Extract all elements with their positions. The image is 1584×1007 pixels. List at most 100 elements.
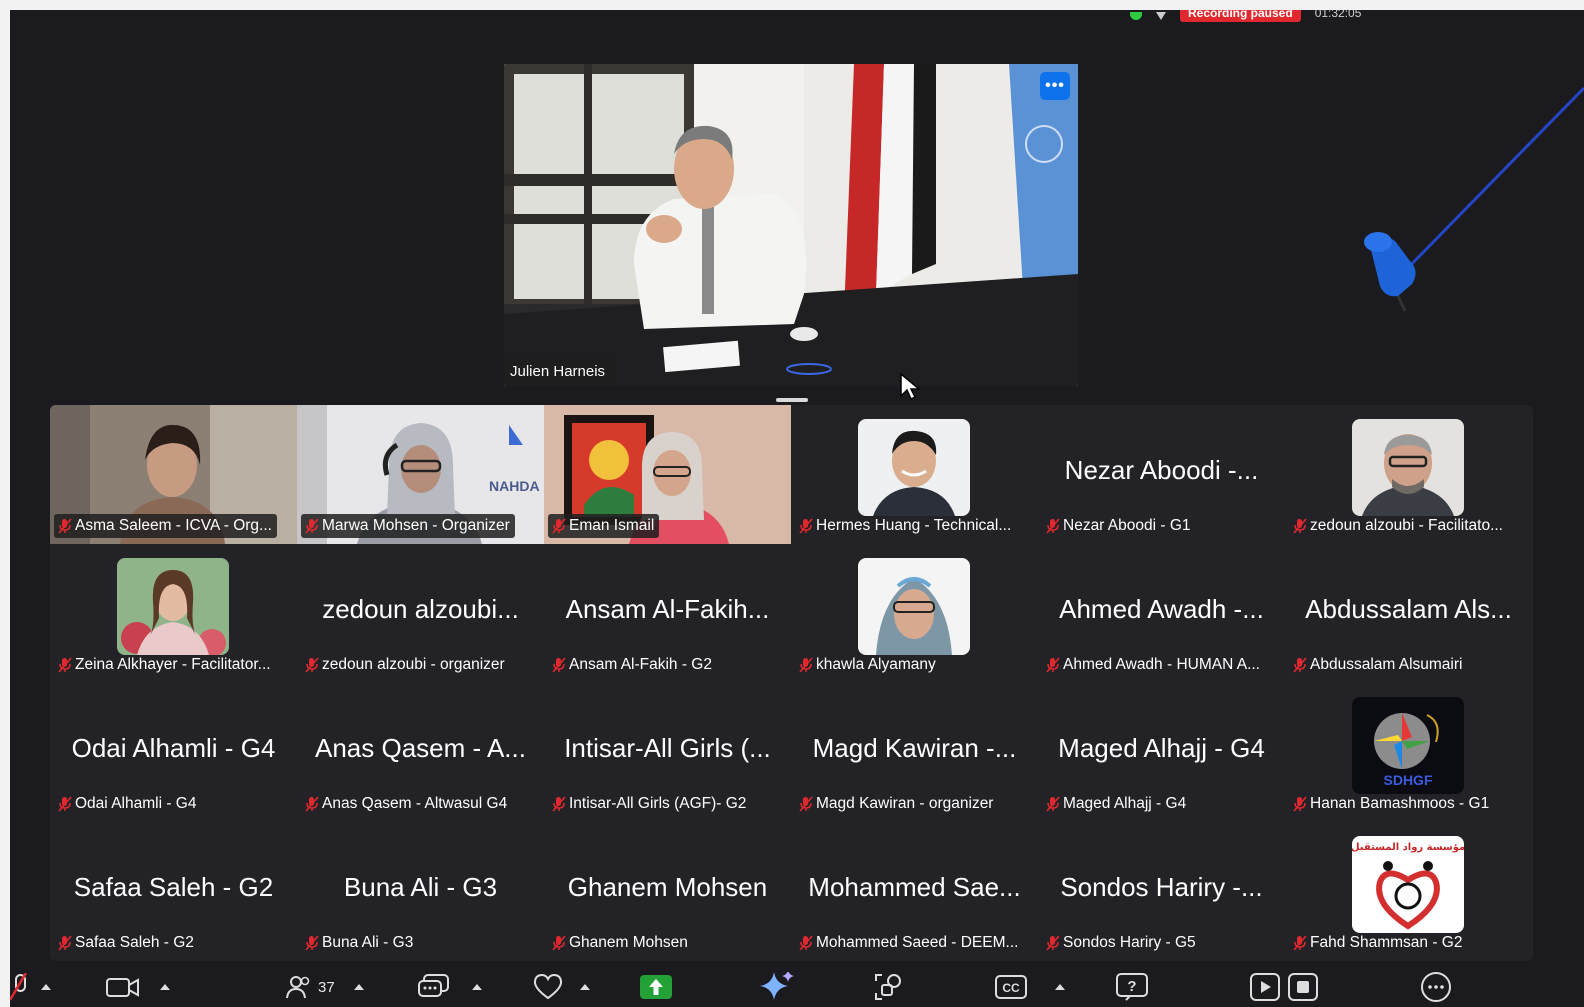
muted-mic-icon (1046, 518, 1060, 534)
participant-gallery: Asma Saleem - ICVA - Org... NAHDA Marwa … (50, 405, 1533, 961)
captions-options-caret[interactable] (1055, 971, 1065, 1003)
participant-tile[interactable]: zedoun alzoubi - Facilitato... (1285, 405, 1532, 544)
participant-tile[interactable]: Odai Alhamli - G4 Odai Alhamli - G4 (50, 683, 297, 822)
sdhgf-logo-text: SDHGF (1384, 772, 1433, 788)
participant-tile[interactable]: Ghanem Mohsen Ghanem Mohsen (544, 822, 791, 961)
participant-name: Odai Alhamli - G4 (75, 795, 197, 812)
participant-big-name: Sondos Hariry -... (1060, 872, 1263, 902)
video-camera-icon (106, 978, 139, 997)
top-status-strip: Recording paused 01:32:05 (1130, 10, 1361, 22)
sdhgf-logo-avatar: SDHGF (1352, 697, 1464, 794)
participant-label: khawla Alyamany (795, 653, 941, 677)
reactions-button[interactable] (532, 971, 564, 1003)
meeting-timer: 01:32:05 (1314, 10, 1362, 20)
muted-mic-icon (1046, 935, 1060, 951)
participant-label: zedoun alzoubi - organizer (301, 653, 510, 677)
video-options-caret[interactable] (160, 971, 170, 1003)
caret-up-icon (354, 984, 364, 990)
participants-options-caret[interactable] (354, 971, 364, 1003)
participant-label: Sondos Hariry - G5 (1042, 931, 1201, 955)
participant-tile[interactable]: Eman Ismail (544, 405, 791, 544)
chat-button[interactable] (418, 971, 450, 1003)
participant-avatar (1352, 419, 1464, 516)
muted-mic-icon (799, 657, 813, 673)
participant-tile[interactable]: Magd Kawiran -... Magd Kawiran - organiz… (791, 683, 1038, 822)
participant-big-name: Intisar-All Girls (... (564, 733, 771, 763)
participant-name: Hermes Huang - Technical... (816, 517, 1012, 534)
muted-mic-icon (1046, 657, 1060, 673)
participant-tile[interactable]: Abdussalam Als... Abdussalam Alsumairi (1285, 544, 1532, 683)
caret-up-icon (41, 984, 51, 990)
participant-big-name: Buna Ali - G3 (343, 872, 498, 902)
participant-big-name: Anas Qasem - A... (315, 733, 526, 763)
status-caret-icon[interactable] (1156, 12, 1166, 20)
participant-name: Buna Ali - G3 (322, 934, 414, 951)
participant-avatar (858, 419, 970, 516)
chat-options-caret[interactable] (472, 971, 482, 1003)
apps-button[interactable] (874, 971, 904, 1003)
participant-tile[interactable]: SDHGF Hanan Bamashmoos - G1 (1285, 683, 1532, 822)
participant-tile[interactable]: Ahmed Awadh -... Ahmed Awadh - HUMAN A..… (1038, 544, 1285, 683)
connection-indicator-icon[interactable] (1130, 12, 1142, 20)
participant-tile[interactable]: Mohammed Sae... Mohammed Saeed - DEEM... (791, 822, 1038, 961)
more-button[interactable] (1420, 971, 1452, 1003)
muted-mic-icon (305, 935, 319, 951)
reactions-options-caret[interactable] (580, 971, 590, 1003)
muted-mic-icon (305, 657, 319, 673)
participant-name: Sondos Hariry - G5 (1063, 934, 1196, 951)
unmute-button[interactable] (10, 971, 32, 1003)
more-options-button[interactable]: ••• (1040, 72, 1070, 100)
participant-label: Mohammed Saeed - DEEM... (795, 931, 1023, 955)
participant-name: Abdussalam Alsumairi (1310, 656, 1463, 673)
participants-button[interactable]: 37 (286, 971, 335, 1003)
share-screen-button[interactable] (640, 971, 672, 1003)
video-button[interactable] (106, 971, 140, 1003)
participant-tile[interactable]: Hermes Huang - Technical... (791, 405, 1038, 544)
muted-mic-icon (305, 518, 319, 534)
participant-tile[interactable]: مؤسسة رواد المستقبل Fahd Shammsan - G2 (1285, 822, 1532, 961)
participant-label: Hermes Huang - Technical... (795, 514, 1016, 538)
participant-tile[interactable]: zedoun alzoubi... zedoun alzoubi - organ… (297, 544, 544, 683)
record-stop-button[interactable] (1288, 971, 1318, 1003)
participant-tile[interactable]: NAHDA Marwa Mohsen - Organizer (297, 405, 544, 544)
closed-captions-icon: CC (995, 975, 1027, 999)
participant-label: Fahd Shammsan - G2 (1289, 931, 1467, 955)
recording-status-badge[interactable]: Recording paused (1180, 10, 1301, 22)
captions-button[interactable]: CC (995, 971, 1027, 1003)
ai-companion-button[interactable] (758, 971, 794, 1003)
nahda-logo-text: NAHDA (489, 478, 540, 494)
participant-tile[interactable]: Anas Qasem - A... Anas Qasem - Altwasul … (297, 683, 544, 822)
chat-icon (418, 974, 449, 997)
participant-tile[interactable]: Asma Saleem - ICVA - Org... (50, 405, 297, 544)
participant-tile[interactable]: Safaa Saleh - G2 Safaa Saleh - G2 (50, 822, 297, 961)
participant-tile[interactable]: khawla Alyamany (791, 544, 1038, 683)
muted-mic-icon (1293, 796, 1307, 812)
participant-label: Eman Ismail (548, 514, 660, 538)
participant-tile[interactable]: Intisar-All Girls (... Intisar-All Girls… (544, 683, 791, 822)
participant-name: zedoun alzoubi - organizer (322, 656, 505, 673)
participant-tile[interactable]: Buna Ali - G3 Buna Ali - G3 (297, 822, 544, 961)
play-icon (1250, 973, 1280, 1001)
record-resume-button[interactable] (1250, 971, 1280, 1003)
audio-options-caret[interactable] (41, 971, 51, 1003)
participant-tile[interactable]: Maged Alhajj - G4 Maged Alhajj - G4 (1038, 683, 1285, 822)
participant-label: zedoun alzoubi - Facilitato... (1289, 514, 1508, 538)
participant-tile[interactable]: Nezar Aboodi -... Nezar Aboodi - G1 (1038, 405, 1285, 544)
help-button[interactable]: ? (1116, 971, 1148, 1003)
participant-name: Eman Ismail (569, 517, 655, 534)
help-question-icon: ? (1116, 973, 1148, 1001)
participant-name: Anas Qasem - Altwasul G4 (322, 795, 508, 812)
resize-drag-handle[interactable] (776, 398, 808, 402)
participant-big-name: Nezar Aboodi -... (1064, 455, 1259, 485)
participant-tile[interactable]: Zeina Alkhayer - Facilitator... (50, 544, 297, 683)
speaker-video-frame (504, 64, 1078, 386)
participant-tile[interactable]: Ansam Al-Fakih... Ansam Al-Fakih - G2 (544, 544, 791, 683)
participant-name: zedoun alzoubi - Facilitato... (1310, 517, 1503, 534)
muted-mic-icon (799, 518, 813, 534)
participant-name: Magd Kawiran - organizer (816, 795, 994, 812)
active-speaker-video[interactable]: ••• Julien Harneis (504, 64, 1078, 386)
participant-tile[interactable]: Sondos Hariry -... Sondos Hariry - G5 (1038, 822, 1285, 961)
participant-label: Zeina Alkhayer - Facilitator... (54, 653, 276, 677)
participant-label: Hanan Bamashmoos - G1 (1289, 792, 1494, 816)
participant-name: Ansam Al-Fakih - G2 (569, 656, 712, 673)
